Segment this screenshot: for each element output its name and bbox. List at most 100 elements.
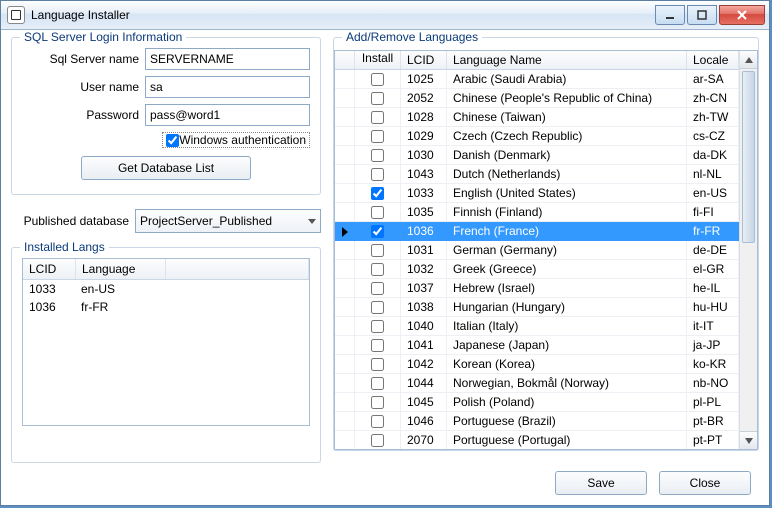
published-db-select[interactable]: ProjectServer_Published [135, 209, 321, 233]
install-checkbox[interactable] [371, 187, 384, 200]
language-grid[interactable]: Install LCID Language Name Locale 1025Ar… [334, 50, 758, 450]
row-selector-cell [335, 393, 355, 412]
titlebar[interactable]: Language Installer [1, 1, 769, 30]
save-button[interactable]: Save [555, 471, 647, 495]
install-checkbox[interactable] [371, 111, 384, 124]
password-input[interactable] [145, 104, 310, 126]
language-scrollbar[interactable] [739, 51, 757, 449]
row-lcid: 1036 [401, 222, 447, 241]
lang-col-locale[interactable]: Locale [687, 51, 739, 69]
scroll-down-button[interactable] [740, 431, 757, 449]
row-lcid: 1028 [401, 108, 447, 127]
minimize-button[interactable] [655, 5, 685, 25]
user-input[interactable] [145, 76, 310, 98]
row-install-cell [355, 279, 401, 298]
scroll-thumb[interactable] [742, 71, 755, 243]
install-checkbox[interactable] [371, 415, 384, 428]
login-fieldset: SQL Server Login Information Sql Server … [11, 37, 321, 195]
language-row[interactable]: 1044Norwegian, Bokmål (Norway)nb-NO [335, 374, 739, 393]
row-lcid: 1041 [401, 336, 447, 355]
install-checkbox[interactable] [371, 73, 384, 86]
install-checkbox[interactable] [371, 130, 384, 143]
installed-col-lcid[interactable]: LCID [23, 259, 76, 279]
row-install-cell [355, 298, 401, 317]
lang-col-install[interactable]: Install [355, 51, 401, 69]
language-row[interactable]: 1028Chinese (Taiwan)zh-TW [335, 108, 739, 127]
row-name: Portuguese (Portugal) [447, 431, 687, 449]
installed-col-lang[interactable]: Language [76, 259, 166, 279]
install-checkbox[interactable] [371, 320, 384, 333]
maximize-button[interactable] [687, 5, 717, 25]
language-row[interactable]: 1041Japanese (Japan)ja-JP [335, 336, 739, 355]
language-row[interactable]: 1030Danish (Denmark)da-DK [335, 146, 739, 165]
install-checkbox[interactable] [371, 434, 384, 447]
row-install-cell [355, 412, 401, 431]
install-checkbox[interactable] [371, 225, 384, 238]
lang-col-name[interactable]: Language Name [447, 51, 687, 69]
language-row[interactable]: 1040Italian (Italy)it-IT [335, 317, 739, 336]
row-lcid: 1044 [401, 374, 447, 393]
language-row[interactable]: 1043Dutch (Netherlands)nl-NL [335, 165, 739, 184]
row-name: Portuguese (Brazil) [447, 412, 687, 431]
language-row[interactable]: 1029Czech (Czech Republic)cs-CZ [335, 127, 739, 146]
row-name: Arabic (Saudi Arabia) [447, 70, 687, 89]
row-locale: nb-NO [687, 374, 739, 393]
language-row[interactable]: 1035Finnish (Finland)fi-FI [335, 203, 739, 222]
install-checkbox[interactable] [371, 263, 384, 276]
install-checkbox[interactable] [371, 92, 384, 105]
close-button[interactable]: Close [659, 471, 751, 495]
language-row[interactable]: 1031German (Germany)de-DE [335, 241, 739, 260]
installed-row[interactable]: 1036fr-FR [23, 298, 309, 316]
scroll-up-button[interactable] [740, 51, 757, 69]
chevron-down-icon [308, 219, 316, 224]
row-locale: zh-TW [687, 108, 739, 127]
row-name: Italian (Italy) [447, 317, 687, 336]
lang-col-lcid[interactable]: LCID [401, 51, 447, 69]
language-row[interactable]: 1025Arabic (Saudi Arabia)ar-SA [335, 70, 739, 89]
language-row[interactable]: 1036French (France)fr-FR [335, 222, 739, 241]
server-input[interactable] [145, 48, 310, 70]
get-database-list-button[interactable]: Get Database List [81, 156, 251, 180]
installed-col-spare[interactable] [166, 259, 309, 279]
row-install-cell [355, 70, 401, 89]
install-checkbox[interactable] [371, 358, 384, 371]
language-row[interactable]: 1042Korean (Korea)ko-KR [335, 355, 739, 374]
lang-col-selector[interactable] [335, 51, 355, 69]
install-checkbox[interactable] [371, 301, 384, 314]
install-checkbox[interactable] [371, 377, 384, 390]
window-title: Language Installer [31, 8, 130, 22]
row-name: Korean (Korea) [447, 355, 687, 374]
language-row[interactable]: 2052Chinese (People's Republic of China)… [335, 89, 739, 108]
row-lcid: 1033 [401, 184, 447, 203]
row-lcid: 1032 [401, 260, 447, 279]
row-install-cell [355, 317, 401, 336]
row-install-cell [355, 184, 401, 203]
user-label: User name [22, 80, 139, 94]
language-row[interactable]: 1032Greek (Greece)el-GR [335, 260, 739, 279]
row-selector-cell [335, 127, 355, 146]
winauth-checkbox[interactable] [166, 134, 179, 147]
language-row[interactable]: 1033English (United States)en-US [335, 184, 739, 203]
install-checkbox[interactable] [371, 396, 384, 409]
row-locale: el-GR [687, 260, 739, 279]
row-name: Chinese (People's Republic of China) [447, 89, 687, 108]
row-install-cell [355, 393, 401, 412]
install-checkbox[interactable] [371, 339, 384, 352]
row-install-cell [355, 108, 401, 127]
language-row[interactable]: 1045Polish (Poland)pl-PL [335, 393, 739, 412]
row-lcid: 1037 [401, 279, 447, 298]
install-checkbox[interactable] [371, 244, 384, 257]
install-checkbox[interactable] [371, 282, 384, 295]
installed-grid[interactable]: LCID Language 1033en-US1036fr-FR [22, 258, 310, 426]
install-checkbox[interactable] [371, 206, 384, 219]
close-window-button[interactable] [719, 5, 765, 25]
language-row[interactable]: 2070Portuguese (Portugal)pt-PT [335, 431, 739, 449]
install-checkbox[interactable] [371, 149, 384, 162]
install-checkbox[interactable] [371, 168, 384, 181]
language-row[interactable]: 1038Hungarian (Hungary)hu-HU [335, 298, 739, 317]
row-locale: he-IL [687, 279, 739, 298]
language-row[interactable]: 1046Portuguese (Brazil)pt-BR [335, 412, 739, 431]
installed-row[interactable]: 1033en-US [23, 280, 309, 298]
language-row[interactable]: 1037Hebrew (Israel)he-IL [335, 279, 739, 298]
row-name: Norwegian, Bokmål (Norway) [447, 374, 687, 393]
